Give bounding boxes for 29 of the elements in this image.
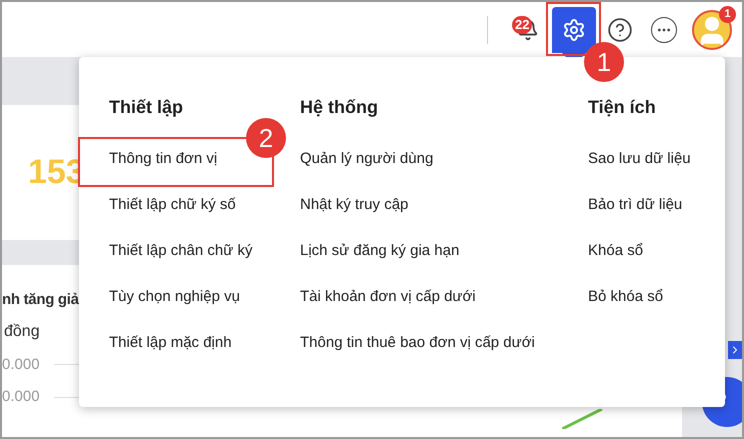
menu-item[interactable]: Khóa sổ [588, 241, 718, 261]
menu-item[interactable]: Lịch sử đăng ký gia hạn [300, 241, 588, 261]
menu-item[interactable]: Thiết lập chữ ký số [109, 195, 300, 215]
menu-item[interactable]: Quản lý người dùng [300, 149, 588, 169]
bell-icon [517, 18, 539, 40]
avatar[interactable] [692, 10, 732, 50]
notification-count: 22 [512, 16, 532, 34]
help-icon [607, 16, 633, 42]
menu-item[interactable]: Nhật ký truy cập [300, 195, 588, 215]
menu-item[interactable]: Bỏ khóa sổ [588, 287, 718, 307]
menu-item[interactable]: Thông tin thuê bao đơn vị cấp dưới [300, 333, 588, 353]
expand-button[interactable] [728, 341, 742, 359]
settings-icon [562, 18, 586, 42]
settings-button[interactable] [552, 6, 596, 52]
menu-item[interactable]: Bảo trì dữ liệu [588, 195, 718, 215]
menu-heading: Tiện ích [588, 96, 657, 119]
axis-label: 0.000 [2, 354, 40, 374]
menu-item[interactable]: Tài khoản đơn vị cấp dưới [300, 287, 588, 307]
more-icon [651, 16, 677, 42]
menu-heading: Hệ thống [300, 96, 379, 119]
chart-title: nh tăng giả [2, 290, 79, 310]
menu-item[interactable]: Thiết lập mặc định [109, 333, 300, 353]
menu-item[interactable]: Tùy chọn nghiệp vụ [109, 287, 300, 307]
menu-item[interactable]: Sao lưu dữ liệu [588, 149, 718, 169]
chart-unit: đồng [4, 322, 40, 342]
menu-heading: Thiết lập [109, 96, 184, 119]
menu-item[interactable]: Thiết lập chân chữ ký [109, 241, 300, 261]
axis-label: 0.000 [2, 387, 40, 407]
avatar-badge: 1 [719, 6, 736, 22]
